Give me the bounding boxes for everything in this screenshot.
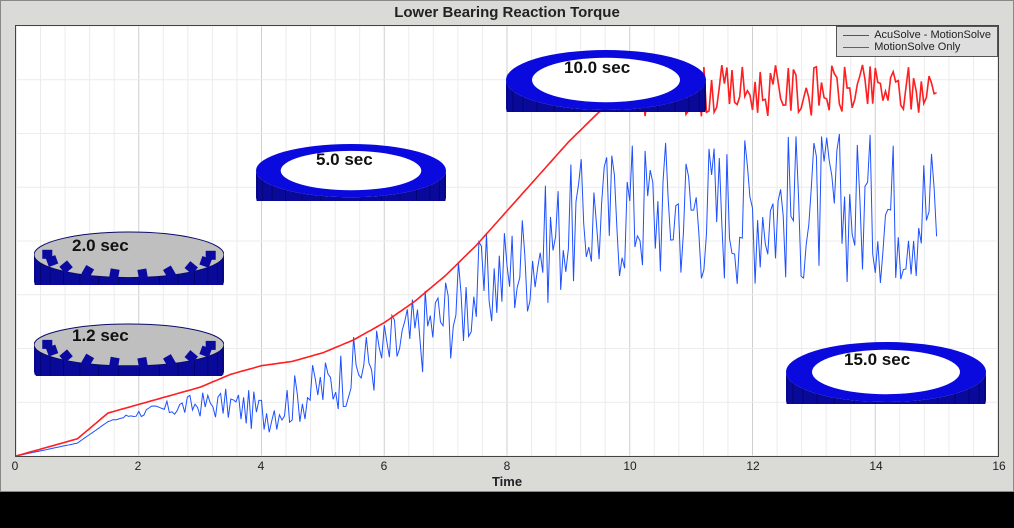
x-tick: 12 (746, 459, 759, 473)
legend: AcuSolve - MotionSolve MotionSolve Only (836, 26, 998, 57)
x-tick: 14 (869, 459, 882, 473)
x-tick: 4 (258, 459, 265, 473)
ring-icon (506, 44, 706, 112)
x-axis-label: Time (1, 474, 1013, 489)
chart-title: Lower Bearing Reaction Torque (1, 4, 1013, 21)
x-tick: 6 (381, 459, 388, 473)
legend-swatch (843, 47, 869, 48)
legend-label: MotionSolve Only (874, 41, 960, 53)
annotation-ring: 1.2 sec (34, 318, 224, 381)
ring-icon (786, 336, 986, 404)
x-tick: 0 (12, 459, 19, 473)
annotation-ring: 10.0 sec (506, 44, 706, 117)
annotation-label: 2.0 sec (72, 236, 129, 256)
annotation-ring: 5.0 sec (256, 138, 446, 206)
ring-icon (34, 226, 224, 285)
x-tick: 2 (135, 459, 142, 473)
annotation-label: 10.0 sec (564, 58, 630, 78)
legend-item-motionsolve: MotionSolve Only (843, 41, 991, 53)
chart-frame: Lower Bearing Reaction Torque AcuSolve -… (0, 0, 1014, 492)
annotation-label: 1.2 sec (72, 326, 129, 346)
ring-icon (34, 318, 224, 376)
annotation-ring: 2.0 sec (34, 226, 224, 290)
legend-label: AcuSolve - MotionSolve (874, 29, 991, 41)
annotation-label: 5.0 sec (316, 150, 373, 170)
legend-item-acusolve: AcuSolve - MotionSolve (843, 29, 991, 41)
annotation-label: 15.0 sec (844, 350, 910, 370)
legend-swatch (843, 35, 869, 36)
x-tick: 16 (992, 459, 1005, 473)
annotation-ring: 15.0 sec (786, 336, 986, 409)
x-tick: 10 (623, 459, 636, 473)
x-tick: 8 (504, 459, 511, 473)
plot-area: AcuSolve - MotionSolve MotionSolve Only … (15, 25, 999, 457)
